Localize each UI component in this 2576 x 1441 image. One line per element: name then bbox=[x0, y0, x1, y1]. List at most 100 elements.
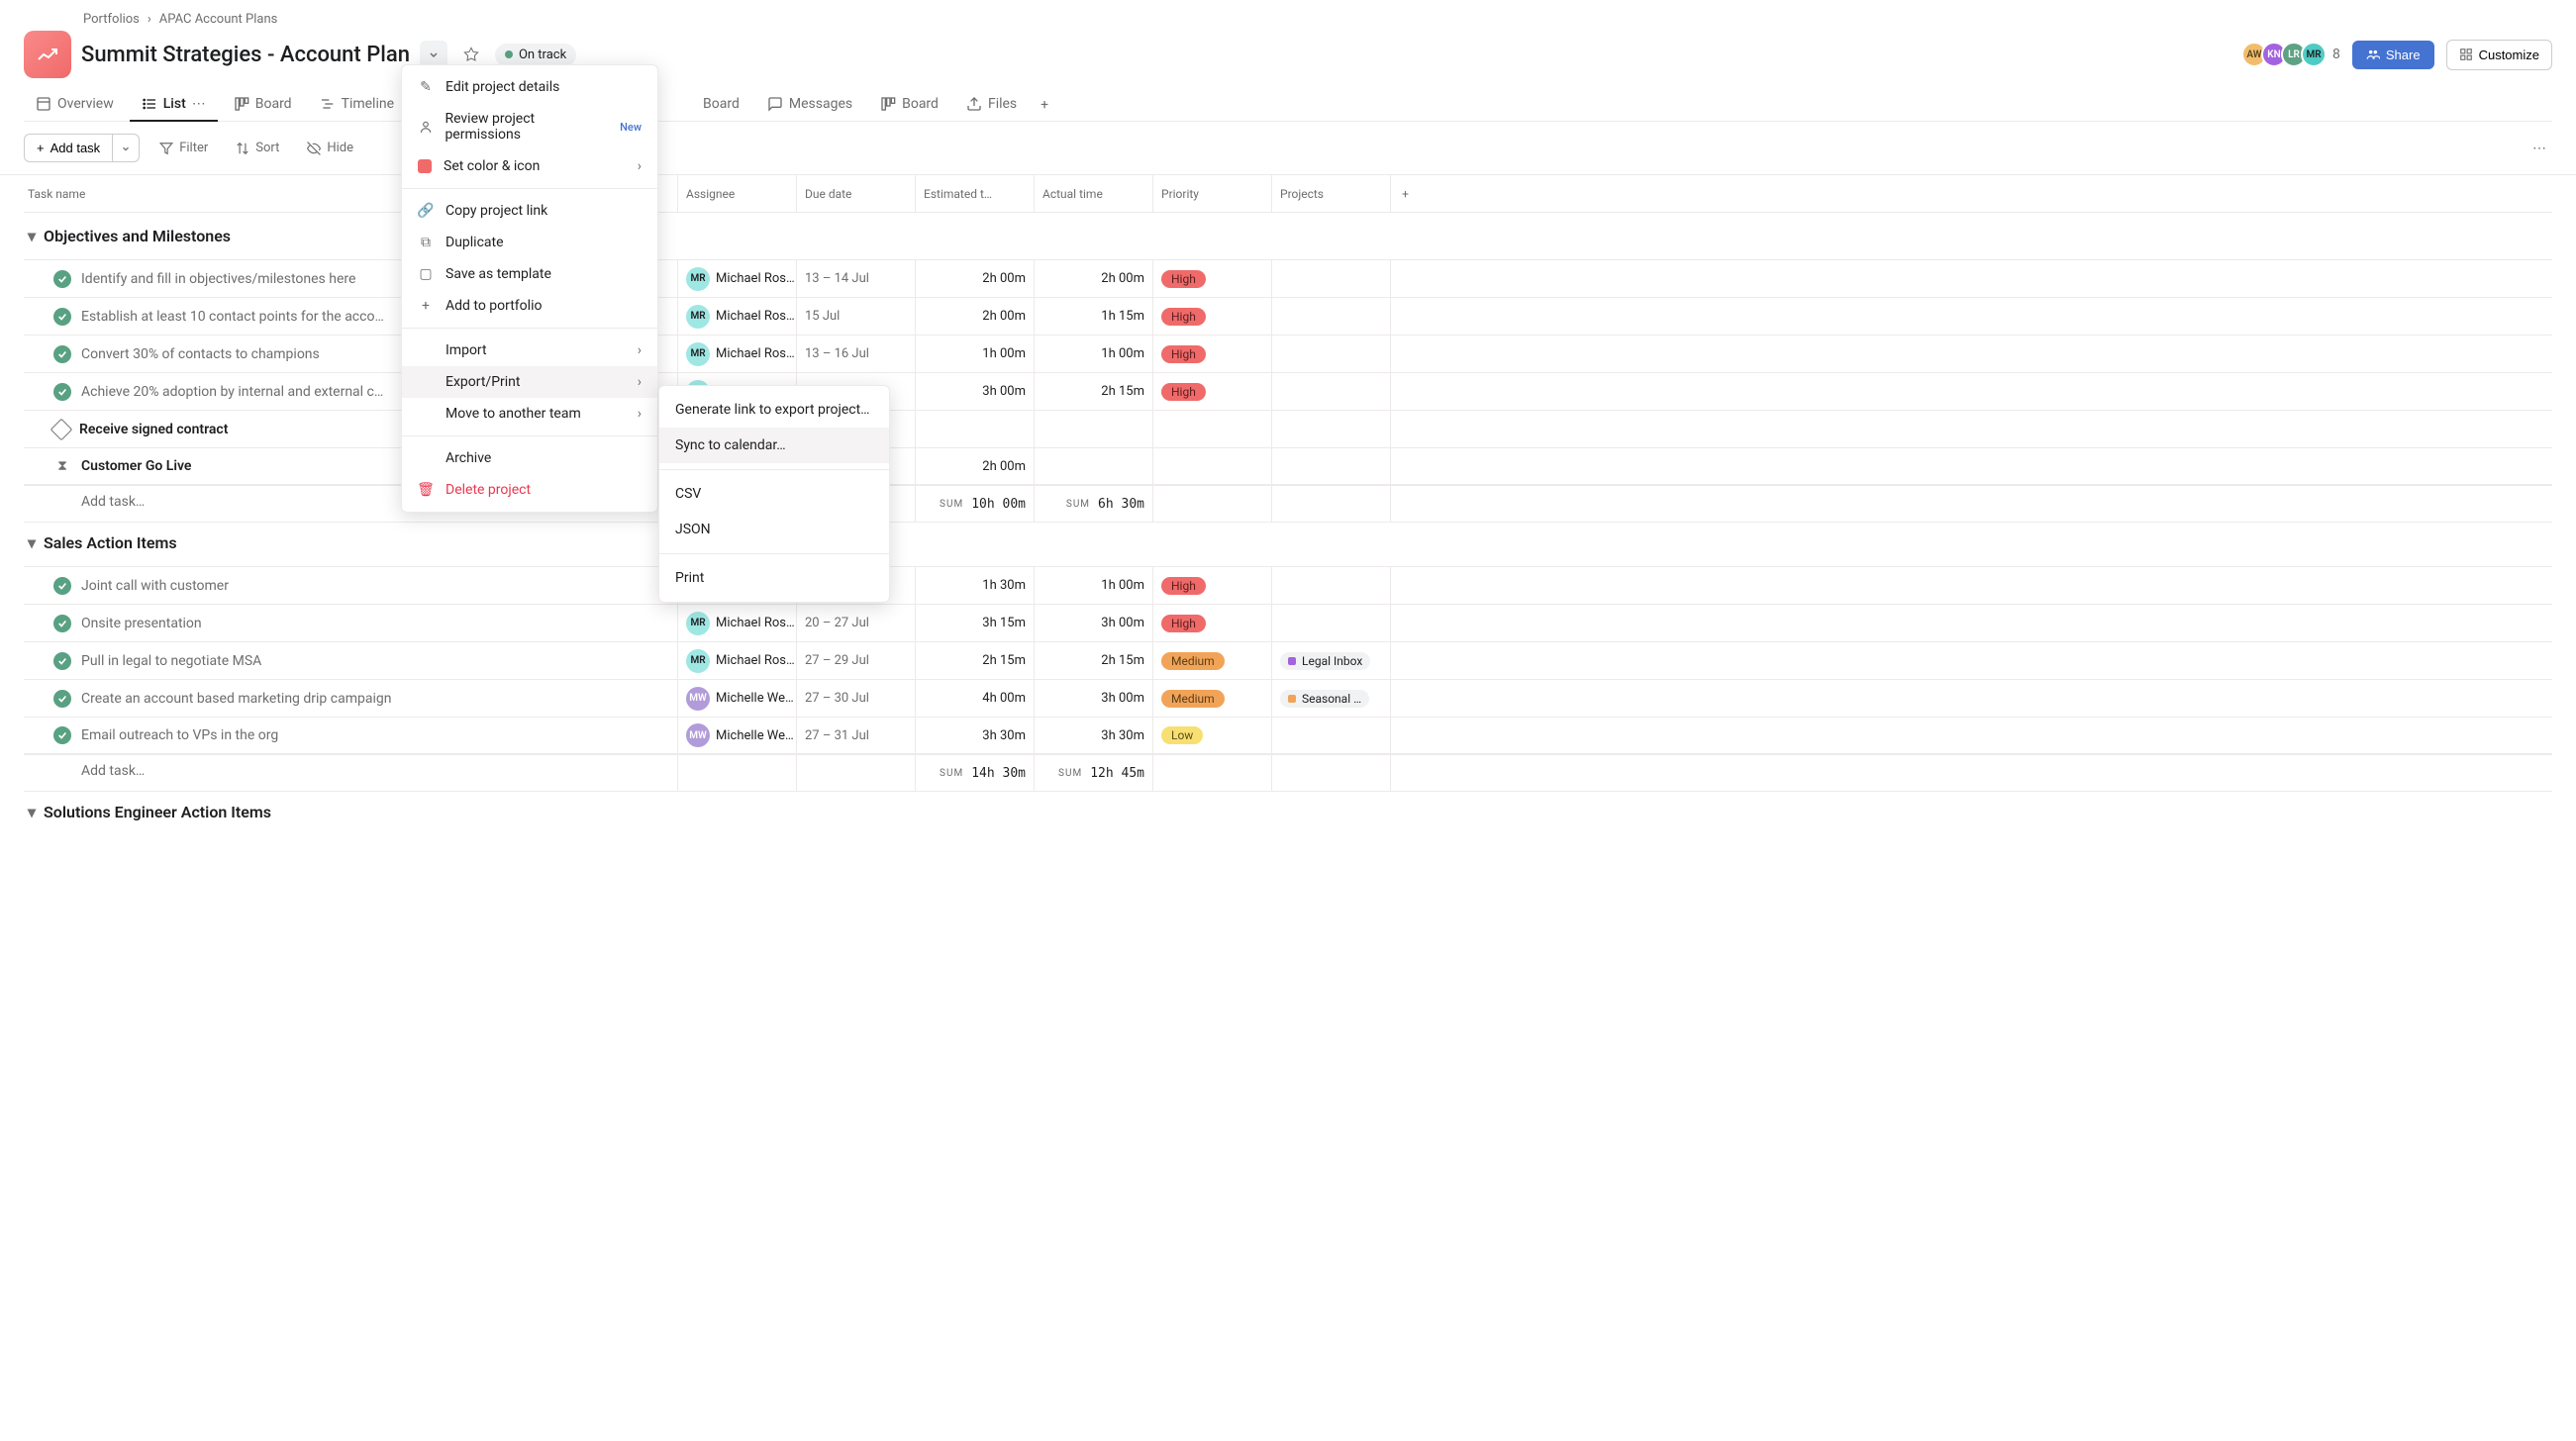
tab-messages[interactable]: Messages bbox=[755, 88, 864, 122]
task-name[interactable]: Achieve 20% adoption by internal and ext… bbox=[81, 384, 383, 400]
menu-delete[interactable]: 🗑 Delete project bbox=[402, 474, 657, 506]
priority-cell[interactable] bbox=[1152, 411, 1271, 447]
task-name[interactable]: Onsite presentation bbox=[81, 616, 202, 631]
menu-archive[interactable]: Archive bbox=[402, 442, 657, 474]
priority-pill[interactable]: High bbox=[1161, 270, 1206, 288]
priority-pill[interactable]: High bbox=[1161, 577, 1206, 595]
menu-set-color[interactable]: Set color & icon › bbox=[402, 150, 657, 182]
tab-list[interactable]: List ⋯ bbox=[130, 88, 218, 122]
actual-cell[interactable]: 3h 00m bbox=[1034, 680, 1152, 717]
priority-cell[interactable]: High bbox=[1152, 260, 1271, 297]
tab-board[interactable]: Board bbox=[222, 88, 304, 122]
est-cell[interactable]: 2h 00m bbox=[915, 448, 1034, 484]
assignee-cell[interactable]: MWMichelle We… bbox=[677, 718, 796, 753]
actual-cell[interactable]: 2h 00m bbox=[1034, 260, 1152, 297]
submenu-sync-calendar[interactable]: Sync to calendar… bbox=[659, 428, 889, 463]
date-cell[interactable]: 20 – 27 Jul bbox=[796, 605, 915, 641]
assignee-cell[interactable]: MRMichael Ros… bbox=[677, 260, 796, 297]
priority-cell[interactable]: Medium bbox=[1152, 680, 1271, 717]
task-name[interactable]: Email outreach to VPs in the org bbox=[81, 727, 278, 743]
priority-pill[interactable]: Medium bbox=[1161, 652, 1225, 670]
actual-cell[interactable]: 3h 30m bbox=[1034, 718, 1152, 753]
section-sales[interactable]: ▾ Sales Action Items bbox=[24, 520, 2552, 566]
task-name[interactable]: Receive signed contract bbox=[79, 422, 228, 437]
check-icon[interactable] bbox=[53, 345, 71, 363]
task-name[interactable]: Establish at least 10 contact points for… bbox=[81, 309, 384, 325]
col-actual-header[interactable]: Actual time bbox=[1034, 175, 1152, 212]
projects-cell[interactable] bbox=[1271, 567, 1390, 604]
projects-cell[interactable] bbox=[1271, 373, 1390, 410]
actual-cell[interactable]: 3h 00m bbox=[1034, 605, 1152, 641]
projects-cell[interactable] bbox=[1271, 448, 1390, 484]
breadcrumb-portfolios[interactable]: Portfolios bbox=[83, 12, 140, 27]
assignee-cell[interactable]: MRMichael Ros… bbox=[677, 336, 796, 372]
actual-cell[interactable]: 1h 00m bbox=[1034, 567, 1152, 604]
priority-cell[interactable]: High bbox=[1152, 298, 1271, 335]
actual-cell[interactable]: 1h 00m bbox=[1034, 336, 1152, 372]
add-tab-icon[interactable]: + bbox=[1033, 89, 1056, 121]
col-add-button[interactable]: + bbox=[1390, 175, 1420, 212]
check-icon[interactable] bbox=[53, 726, 71, 744]
actual-cell[interactable]: 1h 15m bbox=[1034, 298, 1152, 335]
date-cell[interactable]: 27 – 31 Jul bbox=[796, 718, 915, 753]
task-name[interactable]: Pull in legal to negotiate MSA bbox=[81, 653, 261, 669]
col-assignee-header[interactable]: Assignee bbox=[677, 175, 796, 212]
priority-pill[interactable]: High bbox=[1161, 308, 1206, 326]
date-cell[interactable]: 27 – 30 Jul bbox=[796, 680, 915, 717]
status-badge[interactable]: On track bbox=[495, 44, 576, 66]
check-icon[interactable] bbox=[53, 383, 71, 401]
task-name[interactable]: Create an account based marketing drip c… bbox=[81, 691, 391, 707]
menu-import[interactable]: Import › bbox=[402, 335, 657, 366]
priority-cell[interactable] bbox=[1152, 448, 1271, 484]
hide-button[interactable]: Hide bbox=[299, 135, 361, 161]
project-pill[interactable]: Legal Inbox bbox=[1280, 652, 1370, 670]
projects-cell[interactable] bbox=[1271, 718, 1390, 753]
project-pill[interactable]: Seasonal … bbox=[1280, 690, 1369, 708]
task-name[interactable]: Customer Go Live bbox=[81, 458, 191, 474]
priority-pill[interactable]: Medium bbox=[1161, 690, 1225, 708]
date-cell[interactable]: 13 – 14 Jul bbox=[796, 260, 915, 297]
menu-export[interactable]: Export/Print › bbox=[402, 366, 657, 398]
menu-duplicate[interactable]: ⧉ Duplicate bbox=[402, 227, 657, 258]
task-row[interactable]: Pull in legal to negotiate MSA MRMichael … bbox=[24, 641, 2552, 679]
menu-copy-link[interactable]: 🔗 Copy project link bbox=[402, 195, 657, 227]
submenu-print[interactable]: Print bbox=[659, 560, 889, 596]
est-cell[interactable]: 3h 15m bbox=[915, 605, 1034, 641]
check-icon[interactable] bbox=[53, 615, 71, 632]
projects-cell[interactable] bbox=[1271, 260, 1390, 297]
assignee-cell[interactable]: MRMichael Ros… bbox=[677, 605, 796, 641]
menu-move-team[interactable]: Move to another team › bbox=[402, 398, 657, 430]
check-icon[interactable] bbox=[53, 270, 71, 288]
est-cell[interactable]: 2h 00m bbox=[915, 260, 1034, 297]
date-cell[interactable]: 15 Jul bbox=[796, 298, 915, 335]
share-button[interactable]: Share bbox=[2352, 41, 2434, 69]
submenu-generate-link[interactable]: Generate link to export project… bbox=[659, 392, 889, 428]
check-icon[interactable] bbox=[53, 690, 71, 708]
actual-cell[interactable]: 2h 15m bbox=[1034, 642, 1152, 679]
tab-board-3[interactable]: Board bbox=[868, 88, 950, 122]
add-task-button[interactable]: + Add task bbox=[24, 134, 113, 162]
projects-cell[interactable] bbox=[1271, 336, 1390, 372]
col-priority-header[interactable]: Priority bbox=[1152, 175, 1271, 212]
breadcrumb-parent[interactable]: APAC Account Plans bbox=[159, 12, 278, 27]
project-title[interactable]: Summit Strategies - Account Plan bbox=[81, 43, 410, 67]
est-cell[interactable]: 2h 15m bbox=[915, 642, 1034, 679]
est-cell[interactable] bbox=[915, 411, 1034, 447]
menu-save-template[interactable]: ▢ Save as template bbox=[402, 258, 657, 290]
sort-button[interactable]: Sort bbox=[228, 135, 287, 161]
task-row[interactable]: Joint call with customer1h 30m1h 00mHigh bbox=[24, 566, 2552, 604]
hourglass-icon[interactable]: ⧗ bbox=[53, 457, 71, 475]
assignee-cell[interactable]: MRMichael Ros… bbox=[677, 642, 796, 679]
projects-cell[interactable] bbox=[1271, 605, 1390, 641]
col-date-header[interactable]: Due date bbox=[796, 175, 915, 212]
est-cell[interactable]: 1h 00m bbox=[915, 336, 1034, 372]
avatar-stack[interactable]: AW KN LR MR 8 bbox=[2247, 42, 2340, 67]
task-name[interactable]: Identify and fill in objectives/mileston… bbox=[81, 271, 355, 287]
priority-cell[interactable]: Low bbox=[1152, 718, 1271, 753]
projects-cell[interactable] bbox=[1271, 298, 1390, 335]
task-name[interactable]: Joint call with customer bbox=[81, 578, 229, 594]
priority-pill[interactable]: High bbox=[1161, 615, 1206, 632]
tab-board-2[interactable]: Board bbox=[671, 88, 751, 122]
tab-files[interactable]: Files bbox=[954, 88, 1029, 122]
toolbar-more-icon[interactable]: ⋯ bbox=[2526, 135, 2552, 162]
